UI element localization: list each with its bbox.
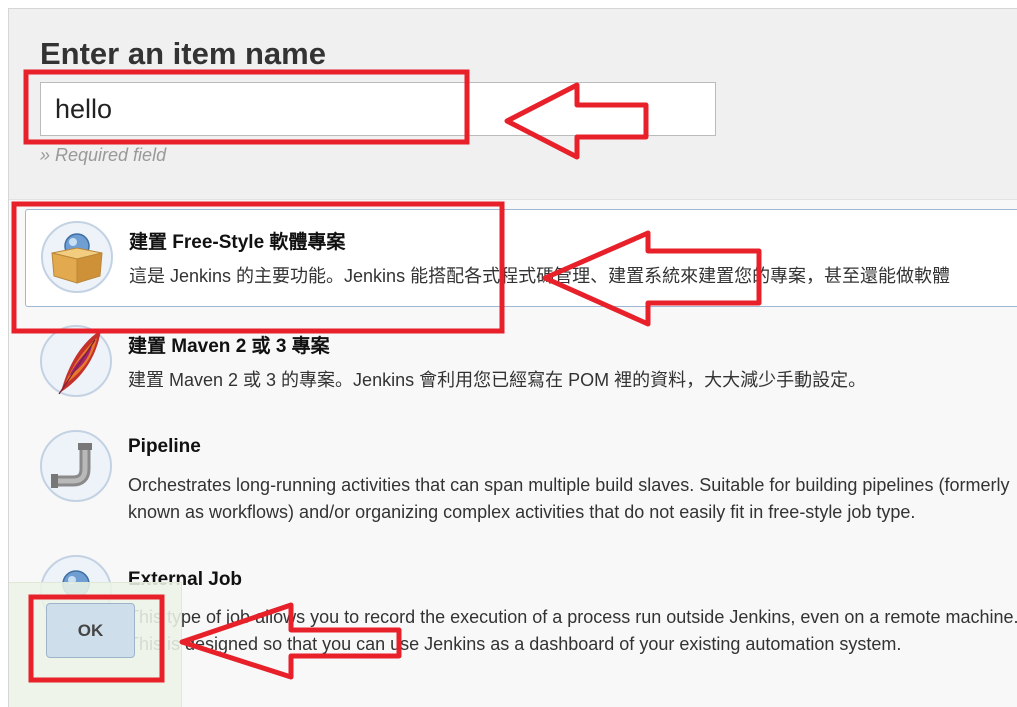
job-type-title: Pipeline [128, 436, 201, 457]
freestyle-box-icon [41, 221, 113, 293]
item-name-input[interactable] [40, 82, 716, 136]
page-title: Enter an item name [40, 36, 326, 71]
new-item-panel: Enter an item name » Required field 建置 F… [8, 8, 1017, 707]
job-type-title: 建置 Maven 2 或 3 專案 [128, 336, 330, 357]
pipeline-pipe-icon [40, 430, 112, 502]
job-type-title: 建置 Free-Style 軟體專案 [129, 232, 346, 253]
required-field-note: » Required field [40, 145, 167, 165]
job-type-description: 這是 Jenkins 的主要功能。Jenkins 能搭配各式程式碼管理、建置系統… [129, 266, 951, 286]
job-type-freestyle[interactable]: 建置 Free-Style 軟體專案 這是 Jenkins 的主要功能。Jenk… [25, 209, 1017, 307]
job-type-description: Orchestrates long-running activities tha… [128, 475, 1010, 522]
maven-feather-icon [40, 325, 112, 397]
job-type-description: 建置 Maven 2 或 3 的專案。Jenkins 會利用您已經寫在 POM … [128, 370, 867, 390]
job-type-maven[interactable]: 建置 Maven 2 或 3 專案 建置 Maven 2 或 3 的專案。Jen… [25, 314, 1017, 412]
job-type-pipeline[interactable]: Pipeline Orchestrates long-running activ… [25, 419, 1017, 522]
job-type-description: This type of job allows you to record th… [128, 607, 1017, 654]
item-name-section: Enter an item name » Required field [9, 9, 1017, 200]
ok-button[interactable]: OK [46, 603, 135, 658]
